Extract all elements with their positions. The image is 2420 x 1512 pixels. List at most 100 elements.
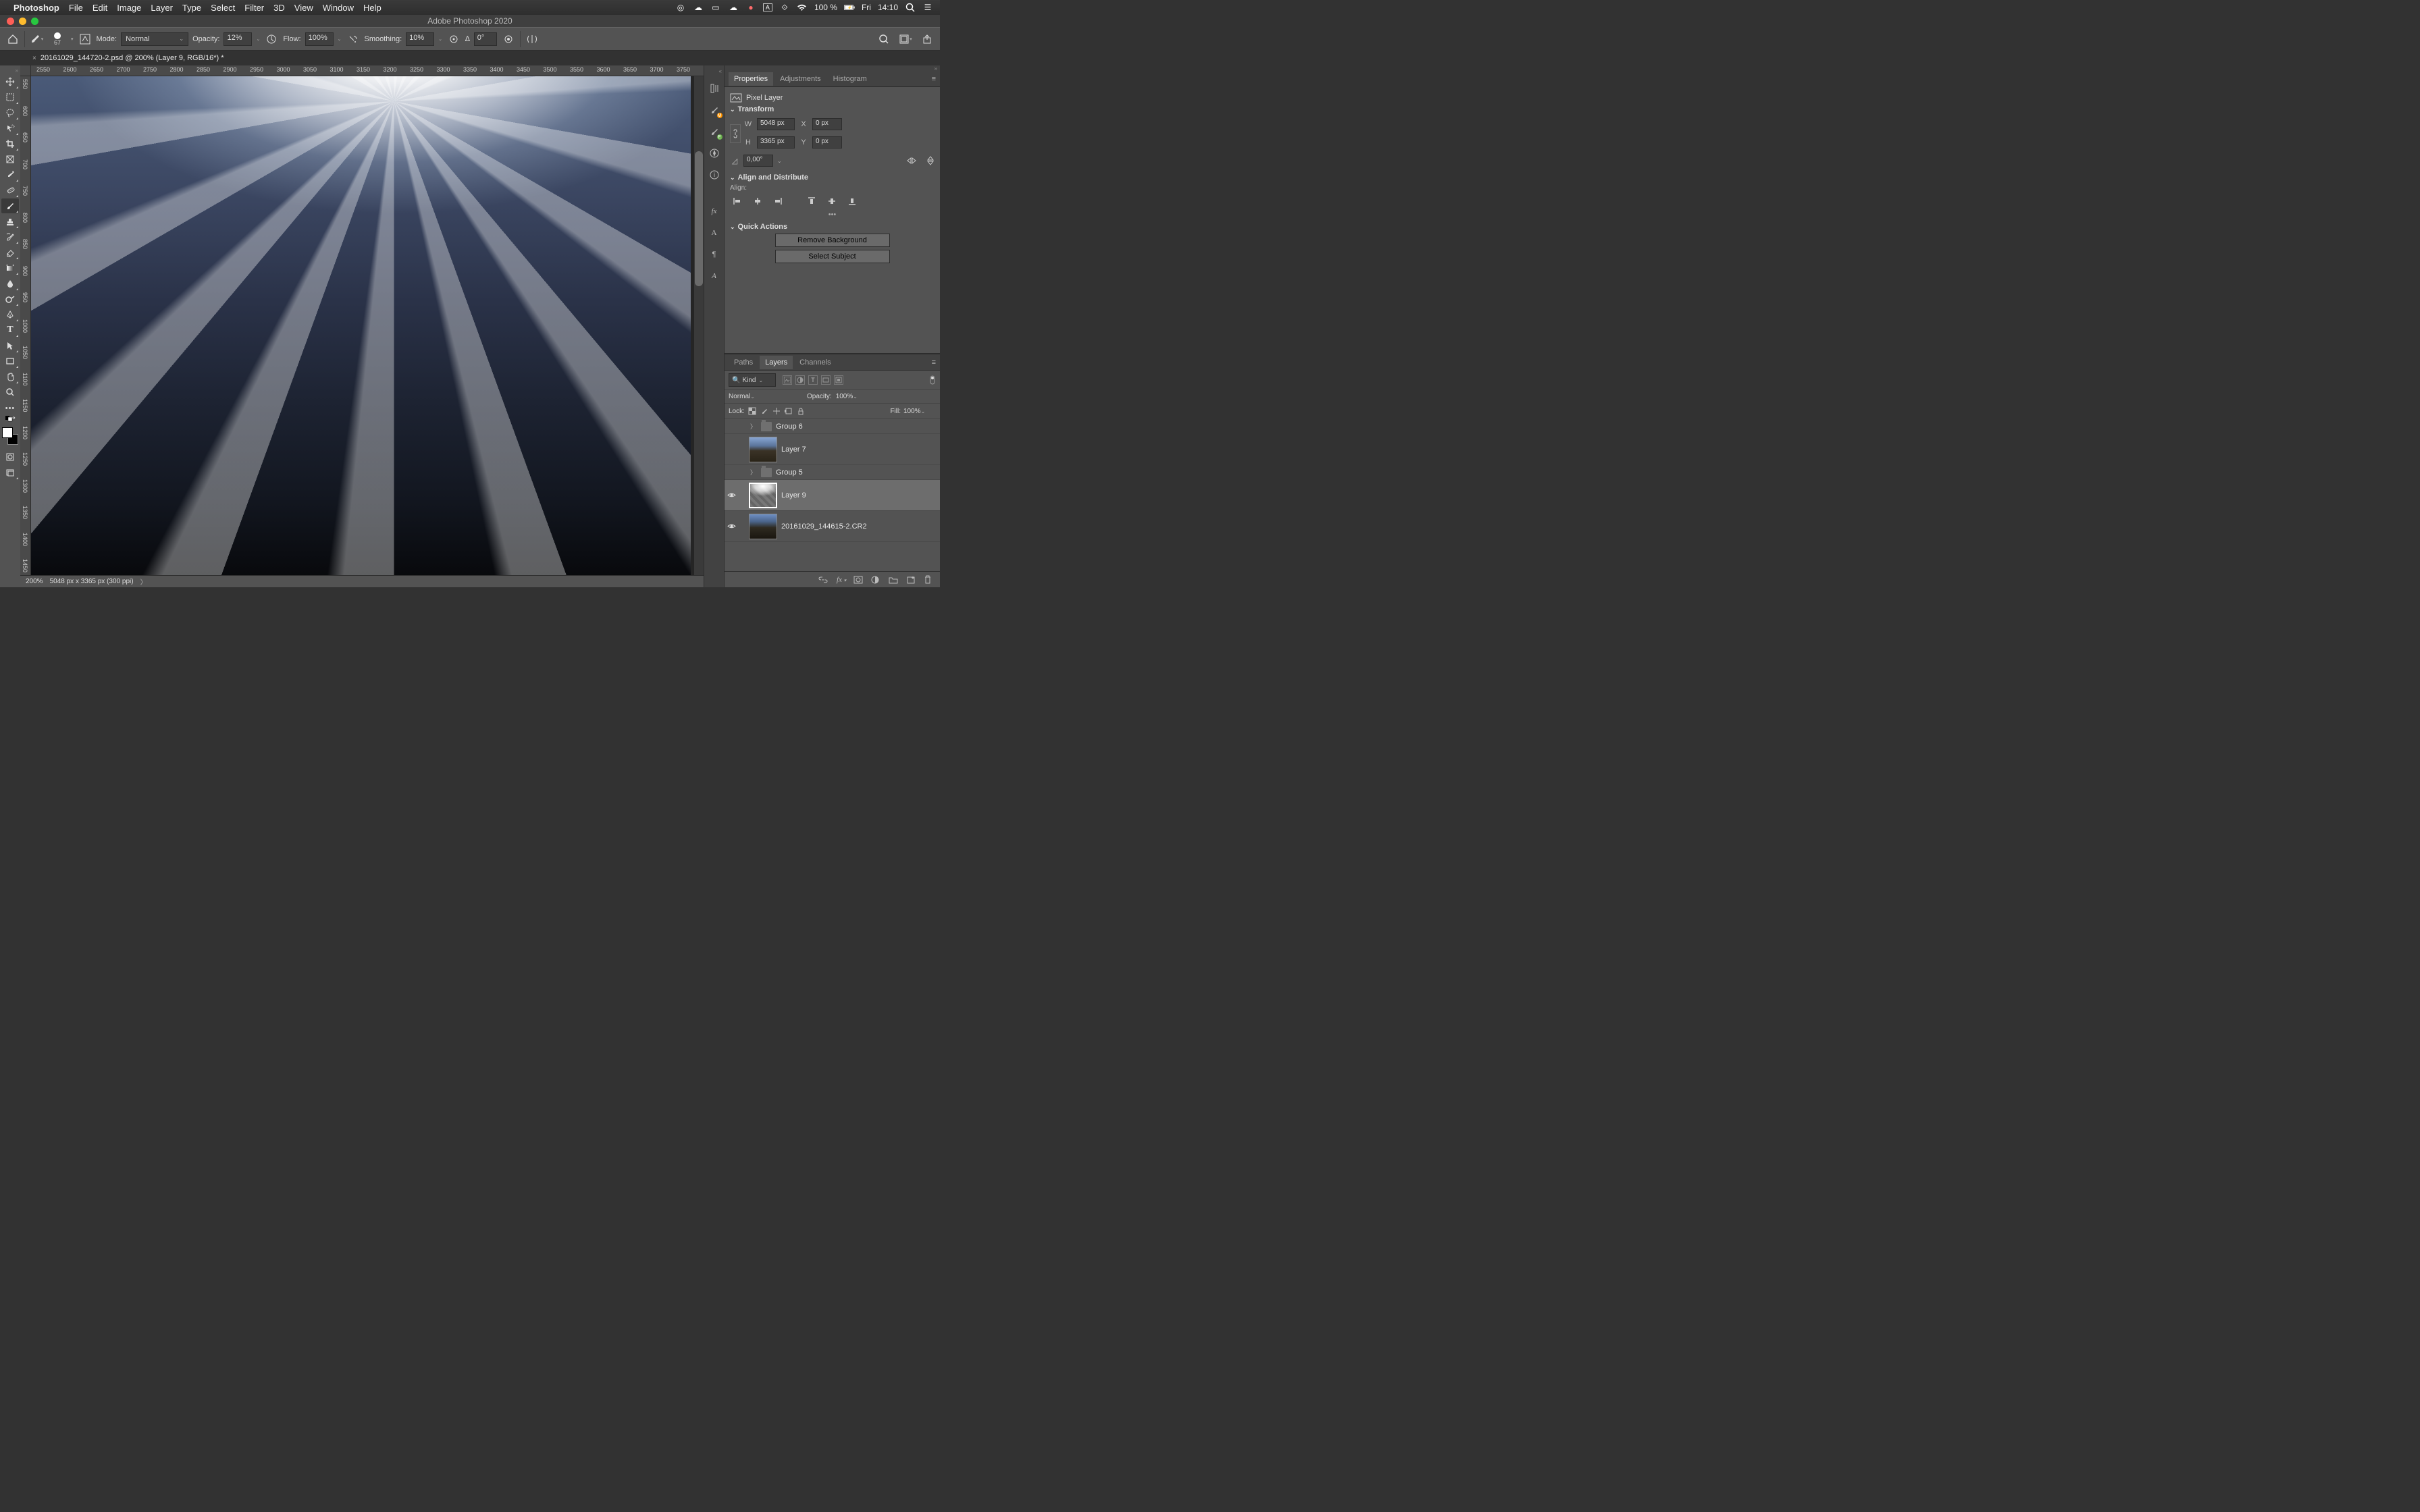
arrange-docs-icon[interactable]: ▾ [898, 32, 913, 47]
document-tab[interactable]: × 20161029_144720-2.psd @ 200% (Layer 9,… [26, 52, 231, 64]
frame-tool[interactable] [1, 152, 19, 167]
edit-toolbar[interactable]: ••• [1, 404, 19, 413]
menu-image[interactable]: Image [117, 3, 141, 13]
layer-item[interactable]: 20161029_144615-2.CR2 [725, 511, 940, 542]
dodge-tool[interactable] [1, 292, 19, 306]
filter-adjustment-icon[interactable] [795, 375, 805, 385]
lock-artboard-icon[interactable] [784, 406, 793, 416]
lock-image-icon[interactable] [760, 406, 769, 416]
default-swatches[interactable] [1, 414, 19, 423]
x-input[interactable]: 0 px [812, 118, 842, 130]
layer-fx-icon[interactable]: fx ▾ [836, 576, 847, 584]
remove-bg-button[interactable]: Remove Background [775, 234, 890, 247]
visibility-toggle[interactable] [727, 523, 737, 529]
hand-tool[interactable] [1, 369, 19, 384]
cc-icon[interactable]: ◎ [675, 2, 686, 13]
control-center-icon[interactable]: ☰ [922, 2, 933, 13]
cloud-icon[interactable]: ☁ [693, 2, 704, 13]
zoom-window-button[interactable] [31, 18, 38, 25]
heal-tool[interactable] [1, 183, 19, 198]
character-panel-icon[interactable]: A [707, 225, 722, 240]
lock-position-icon[interactable] [772, 406, 781, 416]
select-subject-button[interactable]: Select Subject [775, 250, 890, 263]
lasso-tool[interactable] [1, 105, 19, 120]
adjustment-layer-icon[interactable] [871, 576, 882, 584]
filter-smart-icon[interactable] [834, 375, 843, 385]
brushes-panel-icon[interactable]: M [707, 103, 722, 117]
foreground-swatch[interactable] [2, 427, 13, 438]
disclosure-icon[interactable]: 〉 [750, 422, 757, 431]
width-input[interactable]: 5048 px [757, 118, 795, 130]
collapse-panels-icon[interactable]: » [725, 65, 940, 71]
filter-shape-icon[interactable] [821, 375, 831, 385]
layer-opacity-input[interactable]: 100%⌄ [836, 393, 868, 400]
align-top-icon[interactable] [804, 194, 819, 208]
ruler-vertical[interactable]: 5506006507007508008509009501000105011001… [20, 76, 31, 575]
tab-adjustments[interactable]: Adjustments [774, 72, 826, 86]
menu-3d[interactable]: 3D [273, 3, 285, 13]
styles-panel-icon[interactable]: fx [707, 204, 722, 219]
menu-edit[interactable]: Edit [93, 3, 107, 13]
angle-input[interactable]: 0° [474, 32, 497, 46]
stamp-tool[interactable] [1, 214, 19, 229]
history-brush-tool[interactable] [1, 230, 19, 244]
rotate-input[interactable]: 0,00° [743, 155, 773, 167]
layer-item[interactable]: Layer 9 [725, 480, 940, 511]
flip-v-icon[interactable] [926, 155, 935, 166]
menu-help[interactable]: Help [363, 3, 382, 13]
canvas[interactable] [31, 76, 704, 575]
pressure-size-icon[interactable] [501, 32, 516, 47]
app-name[interactable]: Photoshop [14, 3, 59, 13]
brush-tool[interactable] [1, 198, 19, 213]
layer-thumbnail[interactable] [749, 483, 777, 508]
layer-item[interactable]: Layer 7 [725, 434, 940, 465]
layer-name[interactable]: Layer 7 [781, 446, 806, 454]
collapse-icon[interactable]: ⌄ [730, 223, 735, 231]
color-swatches[interactable] [1, 427, 19, 446]
sync-icon[interactable]: ☁ [728, 2, 739, 13]
mode-select[interactable]: Normal⌄ [121, 32, 188, 46]
brush-settings-icon[interactable] [78, 32, 93, 47]
battery-icon[interactable]: ⚡ [844, 2, 855, 13]
share-icon[interactable] [920, 32, 935, 47]
opacity-input[interactable]: 12% [223, 32, 252, 46]
align-hcenter-icon[interactable] [750, 194, 765, 208]
layer-item[interactable]: 〉 Group 6 [725, 419, 940, 434]
status-more-icon[interactable]: 〉 [140, 576, 147, 587]
tab-histogram[interactable]: Histogram [828, 72, 872, 86]
tab-layers[interactable]: Layers [760, 356, 793, 369]
move-tool[interactable] [1, 74, 19, 89]
menu-select[interactable]: Select [211, 3, 235, 13]
info-panel-icon[interactable]: i [707, 167, 722, 182]
layer-name[interactable]: Group 5 [776, 468, 803, 477]
clone-panel-icon[interactable]: E [707, 124, 722, 139]
align-vcenter-icon[interactable] [824, 194, 839, 208]
close-window-button[interactable] [7, 18, 14, 25]
zoom-tool[interactable] [1, 385, 19, 400]
menu-window[interactable]: Window [323, 3, 354, 13]
menu-layer[interactable]: Layer [151, 3, 173, 13]
vertical-scrollbar[interactable] [694, 76, 704, 575]
smoothing-input[interactable]: 10% [406, 32, 434, 46]
link-dims-icon[interactable] [730, 124, 741, 143]
filter-toggle-icon[interactable] [929, 375, 936, 385]
home-icon[interactable] [5, 32, 20, 47]
menu-filter[interactable]: Filter [244, 3, 264, 13]
height-input[interactable]: 3365 px [757, 136, 795, 148]
glyphs-panel-icon[interactable]: A [707, 269, 722, 284]
align-bottom-icon[interactable] [845, 194, 860, 208]
path-select-tool[interactable] [1, 338, 19, 353]
keyboard-icon[interactable]: A [763, 3, 772, 11]
screen-icon[interactable]: ▭ [710, 2, 721, 13]
collapse-icon[interactable]: ⌄ [730, 174, 735, 182]
ruler-horizontal[interactable]: 2550260026502700275028002850290029503000… [20, 65, 704, 76]
status-dot-icon[interactable]: ● [745, 2, 756, 13]
brush-preview[interactable]: 67 [48, 32, 67, 46]
collapse-icon[interactable]: ⌄ [730, 106, 735, 113]
fill-input[interactable]: 100%⌄ [903, 408, 936, 415]
dropbox-icon[interactable]: ⟐ [779, 2, 790, 13]
brush-tool-preset-icon[interactable]: ▾ [29, 32, 44, 47]
delete-layer-icon[interactable] [924, 575, 935, 584]
lock-transparency-icon[interactable] [747, 406, 757, 416]
layer-name[interactable]: Group 6 [776, 423, 803, 431]
